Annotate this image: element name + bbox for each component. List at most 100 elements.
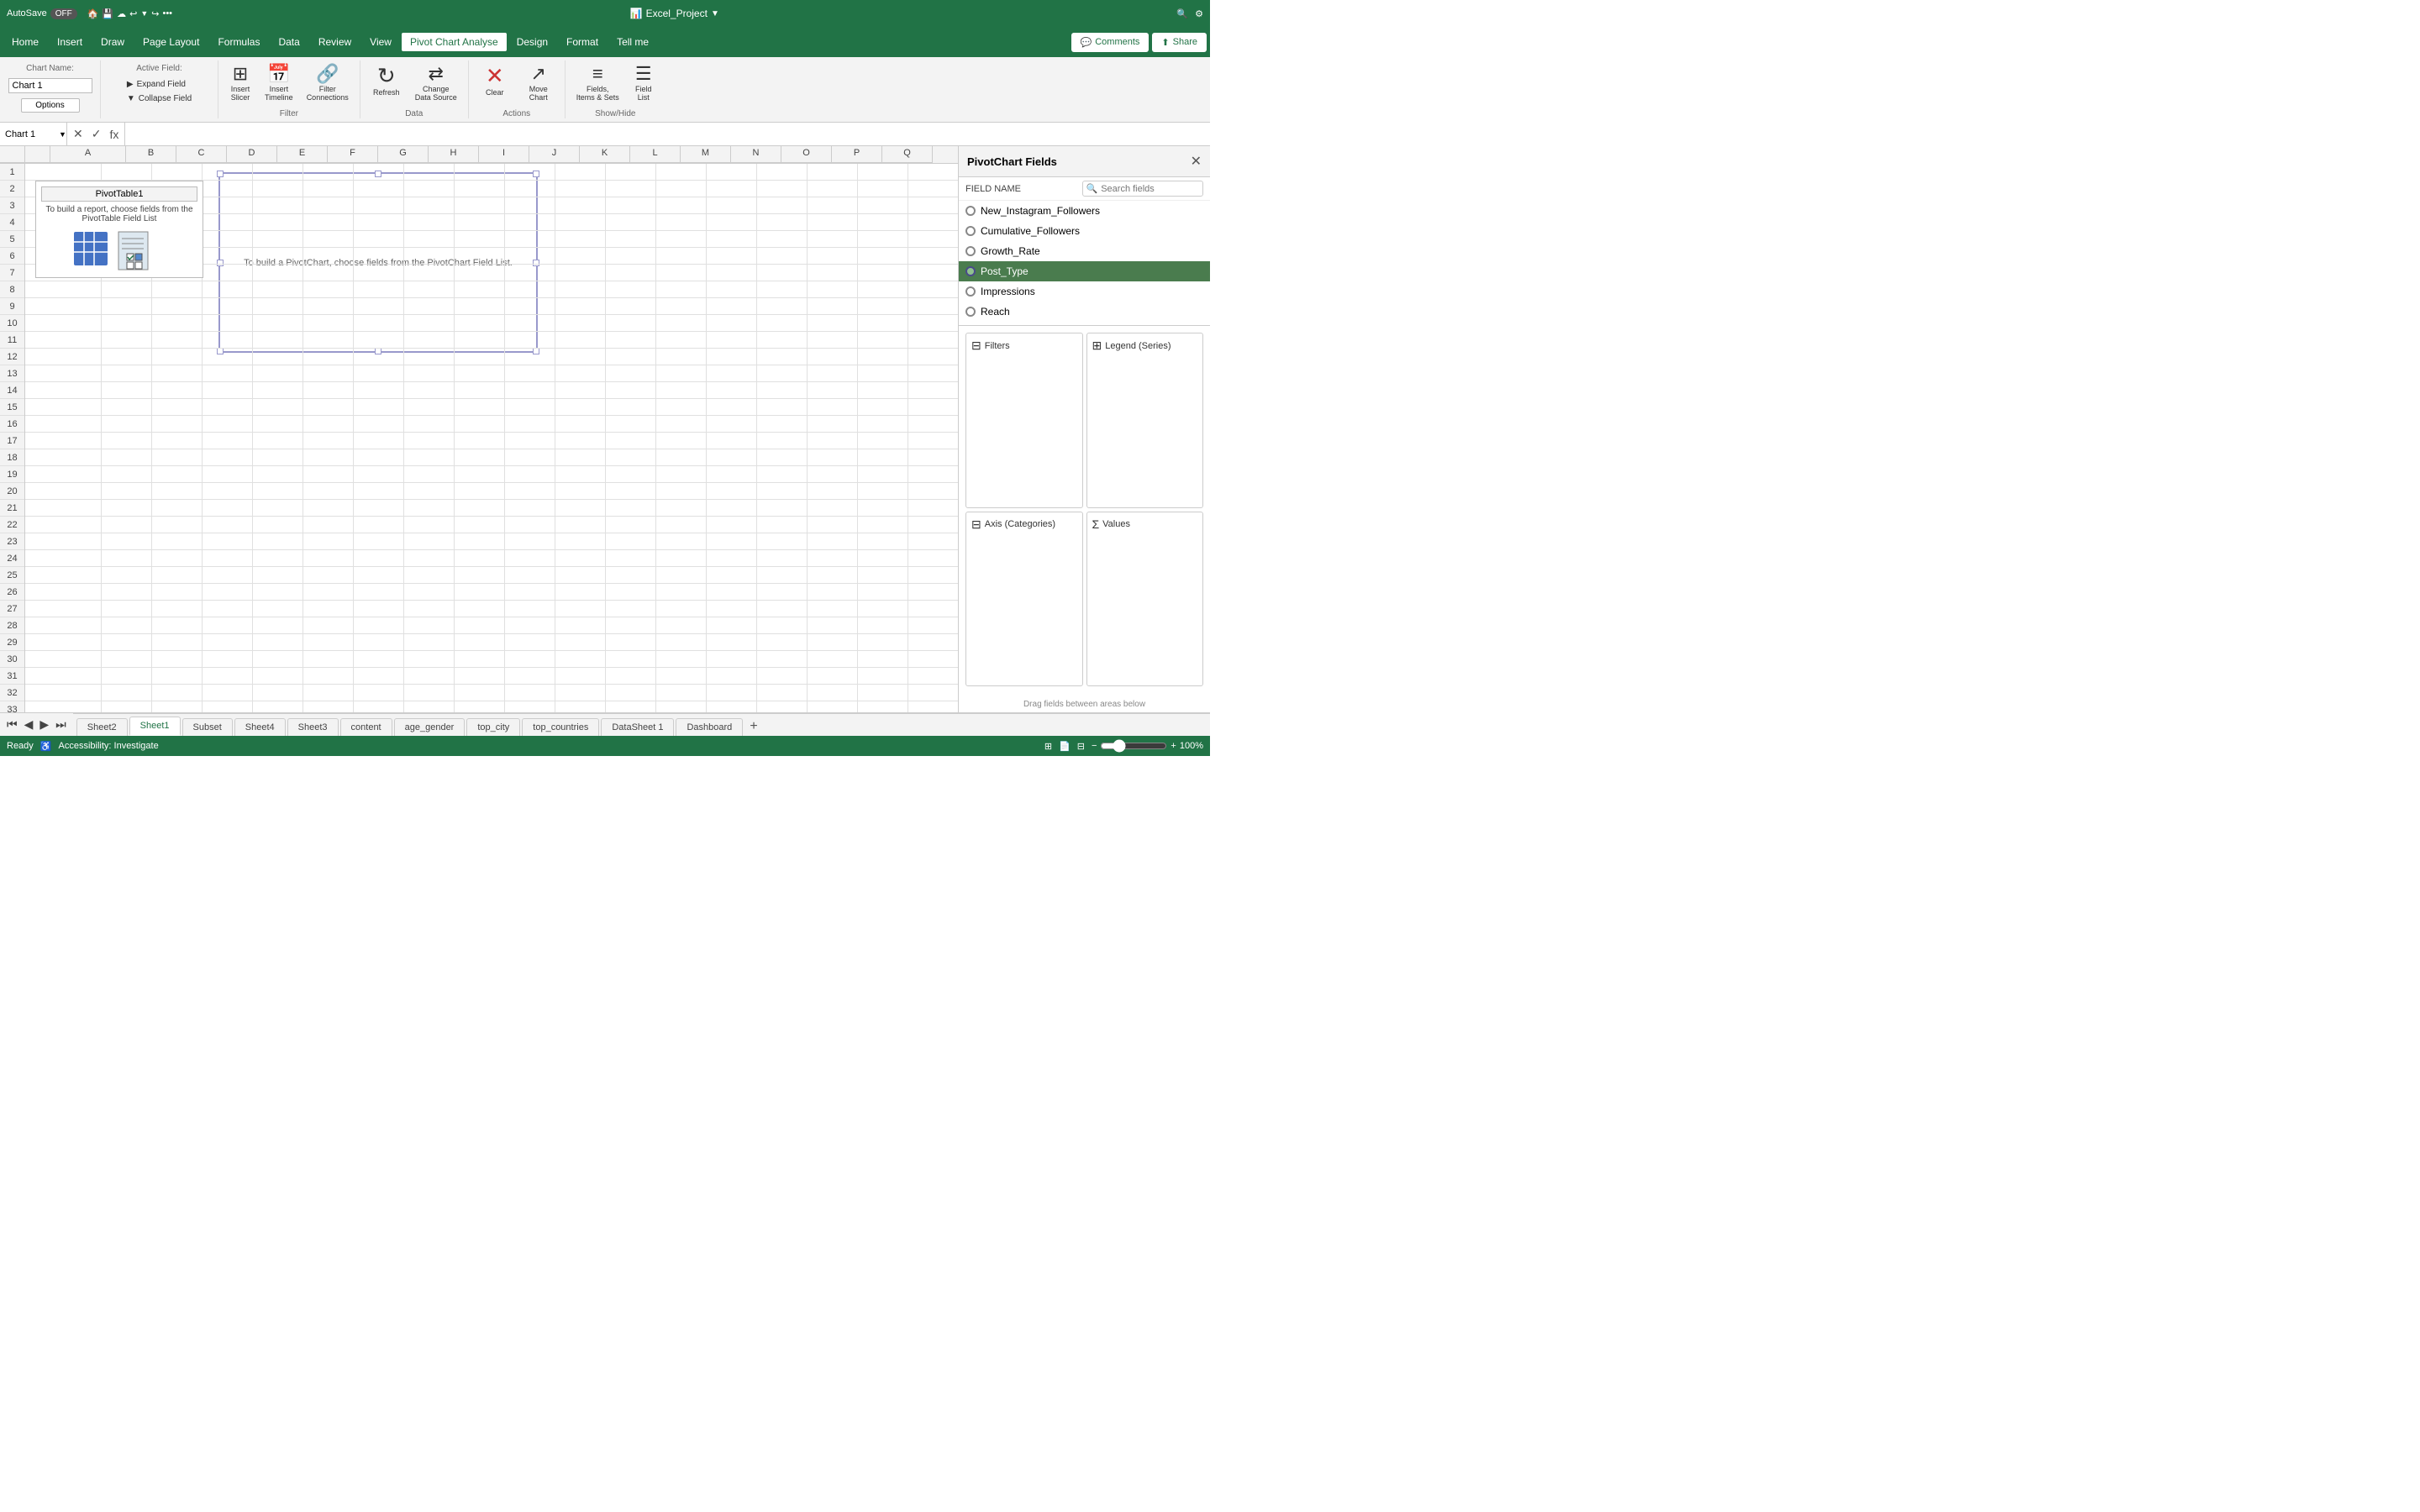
row-num-31[interactable]: 31 xyxy=(0,668,24,685)
menu-item-formulas[interactable]: Formulas xyxy=(209,33,268,51)
formula-input[interactable] xyxy=(125,129,1210,139)
sheet-tab-subset[interactable]: Subset xyxy=(182,718,233,736)
row-num-14[interactable]: 14 xyxy=(0,382,24,399)
row-num-11[interactable]: 11 xyxy=(0,332,24,349)
sheet-tab-sheet2[interactable]: Sheet2 xyxy=(76,718,128,736)
sheet-tab-top-countries[interactable]: top_countries xyxy=(522,718,599,736)
row-num-5[interactable]: 5 xyxy=(0,231,24,248)
row-num-2[interactable]: 2 xyxy=(0,181,24,197)
sheet-tab-sheet3[interactable]: Sheet3 xyxy=(287,718,339,736)
row-num-10[interactable]: 10 xyxy=(0,315,24,332)
sheet-tab-content[interactable]: content xyxy=(340,718,392,736)
row-num-18[interactable]: 18 xyxy=(0,449,24,466)
row-num-21[interactable]: 21 xyxy=(0,500,24,517)
field-item-growth-rate[interactable]: Growth_Rate xyxy=(959,241,1210,261)
more-commands-icon[interactable]: ••• xyxy=(162,8,172,18)
axis-area[interactable]: ⊟ Axis (Categories) xyxy=(965,512,1083,687)
search-fields-input[interactable] xyxy=(1101,184,1199,194)
row-num-15[interactable]: 15 xyxy=(0,399,24,416)
row-num-30[interactable]: 30 xyxy=(0,651,24,668)
clear-button[interactable]: ✕ Clear xyxy=(474,60,516,101)
confirm-formula-button[interactable]: ✓ xyxy=(89,127,104,141)
values-area[interactable]: Σ Values xyxy=(1086,512,1204,687)
col-head-a[interactable] xyxy=(25,146,50,163)
add-sheet-button[interactable]: + xyxy=(744,717,762,736)
share-button[interactable]: ⬆Share xyxy=(1152,33,1207,52)
cancel-formula-button[interactable]: ✕ xyxy=(71,127,86,141)
zoom-in-icon[interactable]: + xyxy=(1171,741,1176,751)
col-head-h[interactable]: H xyxy=(429,146,479,163)
row-num-17[interactable]: 17 xyxy=(0,433,24,449)
fields-items-sets-button[interactable]: ≡ Fields,Items & Sets xyxy=(571,60,625,106)
sheet-tab-sheet1[interactable]: Sheet1 xyxy=(129,717,181,736)
chart-name-input[interactable] xyxy=(8,78,92,93)
sheet-tab-age-gender[interactable]: age_gender xyxy=(394,718,466,736)
row-num-29[interactable]: 29 xyxy=(0,634,24,651)
col-head-m[interactable]: M xyxy=(681,146,731,163)
col-head-k[interactable]: K xyxy=(580,146,630,163)
filters-area[interactable]: ⊟ Filters xyxy=(965,333,1083,508)
col-head-o[interactable]: O xyxy=(781,146,832,163)
save-icon[interactable]: 💾 xyxy=(102,8,113,19)
row-num-19[interactable]: 19 xyxy=(0,466,24,483)
tab-nav-prev[interactable]: ◀ xyxy=(21,716,37,733)
name-box-input[interactable] xyxy=(5,129,55,139)
row-num-25[interactable]: 25 xyxy=(0,567,24,584)
field-item-impressions[interactable]: Impressions xyxy=(959,281,1210,302)
row-num-16[interactable]: 16 xyxy=(0,416,24,433)
move-chart-button[interactable]: ↗ MoveChart xyxy=(518,60,560,106)
search-icon[interactable]: 🔍 xyxy=(1176,8,1188,19)
field-item-post-type[interactable]: Post_Type xyxy=(959,261,1210,281)
menu-item-insert[interactable]: Insert xyxy=(49,33,91,51)
change-data-source-button[interactable]: ⇄ ChangeData Source xyxy=(409,60,463,106)
filter-connections-button[interactable]: 🔗 FilterConnections xyxy=(301,60,355,106)
filename-dropdown-icon[interactable]: ▼ xyxy=(711,9,719,18)
options-button[interactable]: Options xyxy=(21,98,80,113)
row-num-12[interactable]: 12 xyxy=(0,349,24,365)
col-head-q[interactable]: Q xyxy=(882,146,933,163)
menu-item-review[interactable]: Review xyxy=(310,33,360,51)
col-head-l[interactable]: L xyxy=(630,146,681,163)
redo-icon[interactable]: ↪ xyxy=(151,8,159,19)
autosave-toggle[interactable]: OFF xyxy=(50,8,77,19)
row-num-8[interactable]: 8 xyxy=(0,281,24,298)
row-num-27[interactable]: 27 xyxy=(0,601,24,617)
row-num-28[interactable]: 28 xyxy=(0,617,24,634)
col-head-n[interactable]: N xyxy=(731,146,781,163)
menu-item-design[interactable]: Design xyxy=(508,33,556,51)
sheet-tab-datasheet1[interactable]: DataSheet 1 xyxy=(601,718,674,736)
view-break-icon[interactable]: ⊟ xyxy=(1077,741,1085,752)
tab-nav-first[interactable]: ⏮ xyxy=(3,716,21,733)
menu-item-tellme[interactable]: Tell me xyxy=(608,33,657,51)
settings-icon[interactable]: ⚙ xyxy=(1195,8,1203,19)
sheet-tab-top-city[interactable]: top_city xyxy=(466,718,520,736)
row-num-26[interactable]: 26 xyxy=(0,584,24,601)
menu-item-pivotchart[interactable]: Pivot Chart Analyse xyxy=(402,33,507,51)
row-num-22[interactable]: 22 xyxy=(0,517,24,533)
row-num-32[interactable]: 32 xyxy=(0,685,24,701)
row-num-4[interactable]: 4 xyxy=(0,214,24,231)
tab-nav-last[interactable]: ⏭ xyxy=(52,716,70,733)
view-normal-icon[interactable]: ⊞ xyxy=(1044,741,1052,752)
col-head-g[interactable]: G xyxy=(378,146,429,163)
field-list-button[interactable]: ☰ FieldList xyxy=(627,60,660,106)
col-head-i[interactable]: I xyxy=(479,146,529,163)
row-num-23[interactable]: 23 xyxy=(0,533,24,550)
expand-field-button[interactable]: ▶ Expand Field xyxy=(124,78,195,91)
col-head-b[interactable]: B xyxy=(126,146,176,163)
col-head-e[interactable]: E xyxy=(277,146,328,163)
zoom-out-icon[interactable]: − xyxy=(1092,741,1097,751)
row-num-13[interactable]: 13 xyxy=(0,365,24,382)
collapse-field-button[interactable]: ▼ Collapse Field xyxy=(124,92,195,105)
row-num-33[interactable]: 33 xyxy=(0,701,24,712)
row-num-7[interactable]: 7 xyxy=(0,265,24,281)
insert-timeline-button[interactable]: 📅 InsertTimeline xyxy=(259,60,299,106)
comments-button[interactable]: 💬Comments xyxy=(1071,33,1150,52)
undo-dropdown-icon[interactable]: ▼ xyxy=(140,9,148,18)
view-page-icon[interactable]: 📄 xyxy=(1059,741,1071,752)
zoom-slider[interactable] xyxy=(1100,739,1167,753)
name-box-dropdown[interactable]: ▼ xyxy=(59,130,66,139)
row-num-1[interactable]: 1 xyxy=(0,164,24,181)
col-head-c[interactable]: C xyxy=(176,146,227,163)
insert-slicer-button[interactable]: ⊞ InsertSlicer xyxy=(224,60,257,106)
